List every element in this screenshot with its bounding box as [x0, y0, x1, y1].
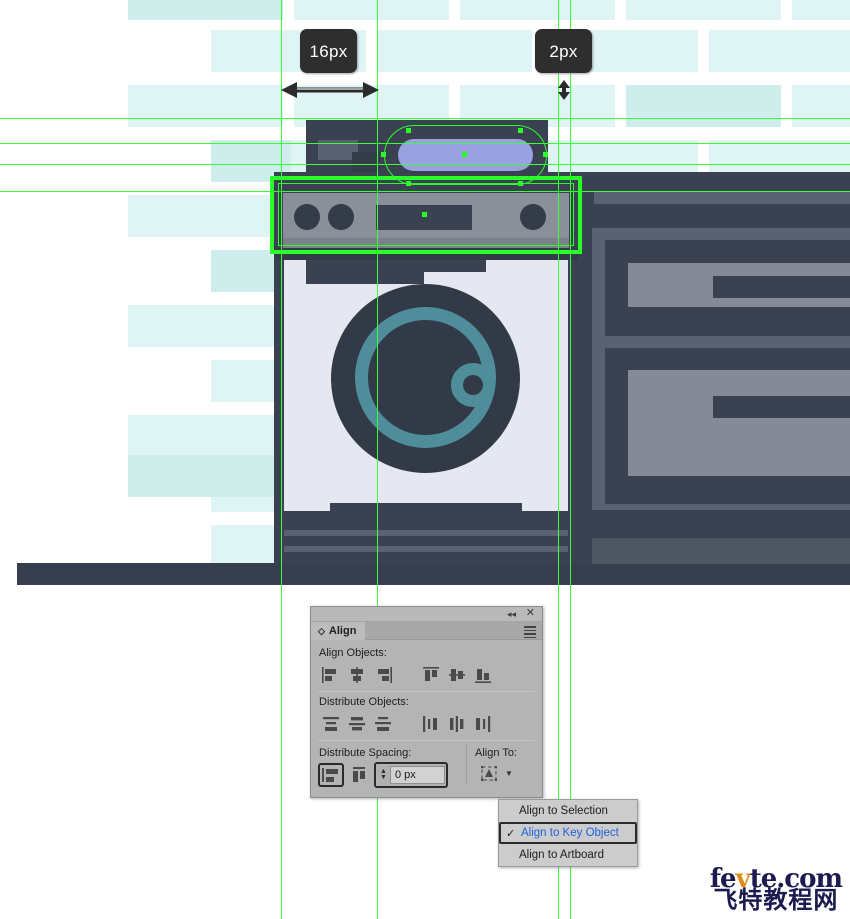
align-panel-tabrow: ◇ Align — [311, 622, 542, 640]
horizontal-distribute-right-icon[interactable] — [470, 713, 496, 735]
vertical-guide — [570, 0, 571, 919]
vertical-distribute-spacing-button[interactable] — [318, 763, 344, 787]
horizontal-distribute-spacing-button[interactable] — [348, 764, 370, 786]
vertical-distribute-center-icon[interactable] — [344, 713, 370, 735]
selection-center-point — [422, 212, 427, 217]
align-panel-titlebar[interactable]: ◂◂ ✕ — [311, 607, 542, 622]
horizontal-align-left-icon[interactable] — [318, 664, 344, 686]
machine-plinth — [284, 515, 568, 564]
align-panel[interactable]: ◂◂ ✕ ◇ Align Align Objects: Distribute O… — [310, 606, 543, 798]
tab-align-label: Align — [328, 625, 357, 637]
spacing-input[interactable]: 0 px — [390, 766, 445, 784]
illustrator-canvas: 16px 2px ◂◂ ✕ ◇ Align Align Objects: Dis… — [0, 0, 850, 919]
align-to-dropdown-menu[interactable]: Align to Selection ✓ Align to Key Object… — [498, 799, 638, 867]
right-machine-top-stripe — [594, 192, 850, 204]
vertical-align-top-icon[interactable] — [418, 664, 444, 686]
right-machine-drawer-2-handle — [628, 370, 850, 476]
distribute-objects-label: Distribute Objects: — [319, 696, 409, 708]
align-to-label: Align To: — [475, 747, 517, 759]
horizontal-distribute-left-icon[interactable] — [418, 713, 444, 735]
vertical-align-center-icon[interactable] — [444, 664, 470, 686]
path-anchor-point[interactable] — [406, 128, 411, 133]
measure-badge-vertical: 2px — [535, 29, 592, 73]
vertical-guide — [281, 0, 282, 919]
distribute-spacing-label: Distribute Spacing: — [319, 747, 412, 759]
menu-item-label: Align to Artboard — [519, 849, 605, 861]
double-horizontal-arrow-icon — [281, 82, 379, 98]
close-icon[interactable]: ✕ — [526, 608, 535, 619]
double-vertical-arrow-icon — [558, 80, 570, 100]
menu-item-align-to-artboard[interactable]: Align to Artboard — [499, 844, 637, 866]
horizontal-distribute-spacing-icon — [353, 767, 365, 782]
right-machine-bottom-stripe — [592, 538, 850, 564]
align-objects-buttons-row — [318, 662, 535, 688]
panel-menu-icon[interactable] — [524, 626, 536, 640]
machine-plinth-stripe-2 — [284, 546, 568, 552]
align-to-button[interactable] — [474, 763, 504, 784]
stepper-down-icon[interactable]: ▼ — [380, 774, 387, 781]
horizontal-align-right-icon[interactable] — [370, 664, 396, 686]
menu-item-label: Align to Key Object — [521, 827, 619, 839]
chevron-down-icon[interactable]: ▼ — [505, 769, 513, 778]
vertical-distribute-spacing-icon — [322, 768, 338, 782]
machine-plinth-stripe-1 — [284, 530, 568, 536]
menu-item-label: Align to Selection — [519, 805, 608, 817]
path-center-point — [462, 152, 467, 157]
tab-align[interactable]: ◇ Align — [311, 622, 366, 640]
machine-top-shelf-dark-block — [352, 152, 380, 172]
menu-item-align-to-selection[interactable]: Align to Selection — [499, 800, 637, 822]
horizontal-align-center-icon[interactable] — [344, 664, 370, 686]
panel-divider — [318, 740, 535, 741]
panel-dock-icon: ◇ — [318, 625, 325, 636]
measure-badge-horizontal-label: 16px — [309, 41, 348, 61]
horizontal-guide — [0, 118, 850, 119]
panel-divider — [318, 691, 535, 692]
horizontal-distribute-center-icon[interactable] — [444, 713, 470, 735]
vertical-align-bottom-icon[interactable] — [470, 664, 496, 686]
path-anchor-point[interactable] — [543, 152, 548, 157]
floor-bar — [17, 563, 850, 585]
path-anchor-point[interactable] — [381, 152, 386, 157]
measure-badge-horizontal: 16px — [300, 29, 357, 73]
door-top-recess-2 — [374, 260, 486, 272]
spacing-stepper[interactable]: ▲ ▼ — [377, 768, 390, 781]
menu-item-align-to-key-object[interactable]: ✓ Align to Key Object — [499, 822, 637, 844]
distribute-objects-buttons-row — [318, 711, 535, 737]
check-icon: ✓ — [506, 827, 516, 840]
drum-loop-center — [463, 375, 483, 395]
vertical-distribute-bottom-icon[interactable] — [370, 713, 396, 735]
vertical-distribute-top-icon[interactable] — [318, 713, 344, 735]
path-anchor-point[interactable] — [518, 128, 523, 133]
align-to-key-object-icon — [481, 766, 497, 781]
vertical-guide — [558, 0, 559, 919]
watermark: fevte.com 飞特教程网 — [710, 866, 843, 914]
watermark-chinese: 飞特教程网 — [713, 887, 839, 914]
right-machine-drawer-1-handle-notch — [713, 276, 850, 298]
spacing-value-group[interactable]: ▲ ▼ 0 px — [374, 762, 448, 788]
align-objects-label: Align Objects: — [319, 647, 387, 659]
measure-badge-vertical-label: 2px — [549, 41, 578, 61]
collapse-panel-icon[interactable]: ◂◂ — [507, 609, 516, 620]
right-machine-drawer-2-handle-notch — [713, 396, 850, 418]
